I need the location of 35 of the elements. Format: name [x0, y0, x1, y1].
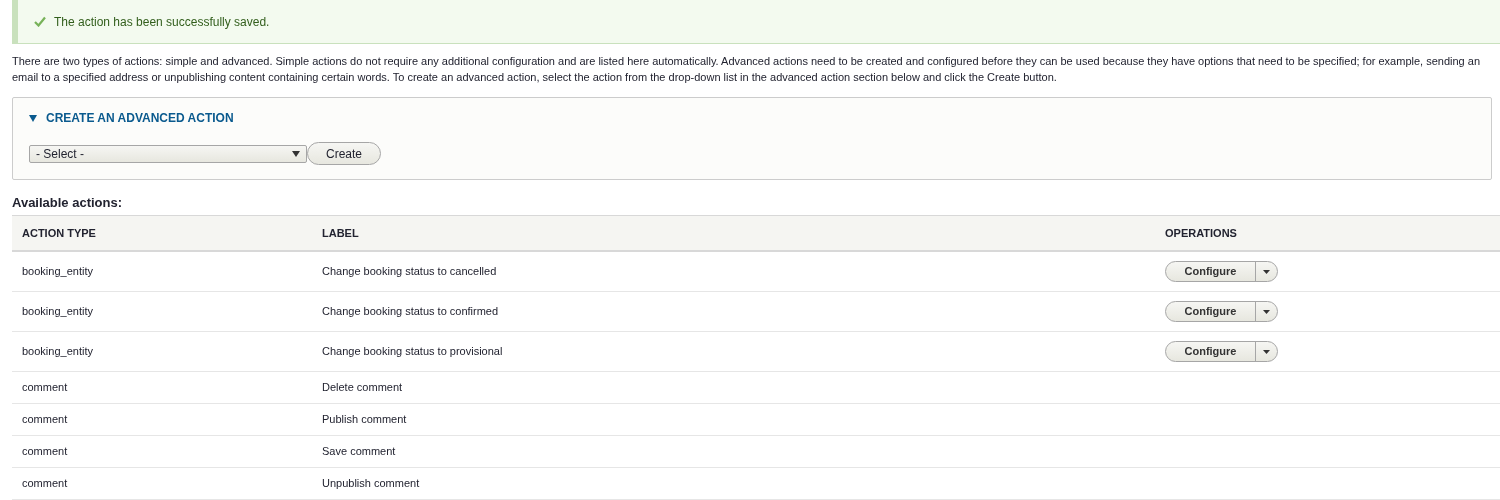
checkmark-icon — [34, 16, 46, 27]
table-cell-text: booking_entity — [21, 304, 93, 320]
triangle-icon — [29, 114, 37, 122]
caret-icon — [1263, 309, 1270, 314]
table-cell-text: comment — [21, 444, 68, 460]
column-header: ACTION TYPE — [21, 225, 96, 241]
create-button[interactable]: Create — [307, 142, 382, 165]
table-cell-text: booking_entity — [21, 264, 93, 280]
column-header: OPERATIONS — [1164, 225, 1237, 241]
table-cell-text: Change booking status to confirmed — [321, 304, 499, 320]
message-text: The action has been successfully saved. — [54, 13, 270, 31]
table-cell-text: comment — [21, 380, 68, 396]
table-cell-text: comment — [21, 476, 68, 492]
caret-icon — [1263, 269, 1270, 274]
configure-button[interactable]: Configure — [1166, 262, 1255, 281]
table-cell-text: Save comment — [321, 444, 396, 460]
caret-icon — [292, 150, 300, 157]
operations-dropbutton[interactable]: Configure — [1165, 261, 1278, 282]
table-cell-text: Unpublish comment — [321, 476, 420, 492]
table-cell-text: Change booking status to provisional — [321, 344, 503, 360]
details-toggle[interactable]: CREATE AN ADVANCED ACTION — [29, 109, 234, 127]
caret-icon — [1263, 349, 1270, 354]
configure-button[interactable]: Configure — [1166, 342, 1255, 361]
table-cell-text: Publish comment — [321, 412, 407, 428]
select-dropdown[interactable]: - Select - — [29, 144, 307, 163]
table-cell-text: Delete comment — [321, 380, 403, 396]
operations-dropbutton[interactable]: Configure — [1165, 341, 1278, 362]
table-cell-text: booking_entity — [21, 344, 93, 360]
table-cell-text: Change booking status to cancelled — [321, 264, 497, 280]
description-text: There are two types of actions: simple and advanced. Simple actions do not require any additional configuration and are listed here automatically. Advanced actions need to be created and configured before they can be used because they have options that need to be specified; for example, sending an email to a specified address or unpublishing content containing certain words. To create an advanced action, select the action from the drop-down list in the advanced action section below and click the Create button. — [12, 54, 1482, 85]
table-caption: Available actions: — [12, 194, 124, 212]
column-header: LABEL — [321, 225, 359, 241]
table-cell-text: comment — [21, 412, 68, 428]
operations-dropbutton[interactable]: Configure — [1165, 301, 1278, 322]
configure-button[interactable]: Configure — [1166, 302, 1255, 321]
